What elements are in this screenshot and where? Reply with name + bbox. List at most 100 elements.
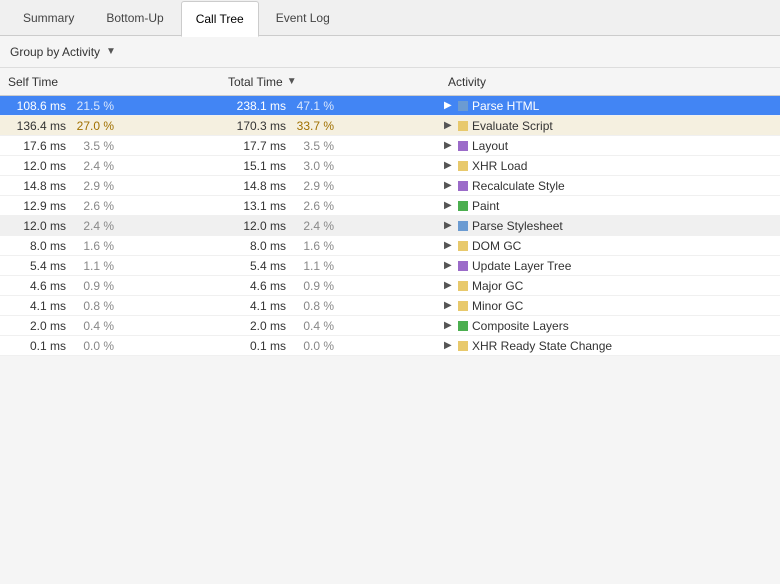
activity-color-box — [458, 341, 468, 351]
col-header-activity[interactable]: Activity — [440, 75, 780, 89]
expand-arrow-icon[interactable]: ▶ — [444, 300, 454, 311]
dropdown-arrow-icon[interactable]: ▼ — [106, 46, 116, 57]
total-time-cell: 4.6 ms0.9 % — [220, 279, 440, 293]
activity-color-box — [458, 101, 468, 111]
activity-cell: ▶ Layout — [440, 139, 780, 153]
activity-color-box — [458, 161, 468, 171]
expand-arrow-icon[interactable]: ▶ — [444, 280, 454, 291]
expand-arrow-icon[interactable]: ▶ — [444, 140, 454, 151]
expand-arrow-icon[interactable]: ▶ — [444, 220, 454, 231]
expand-arrow-icon[interactable]: ▶ — [444, 200, 454, 211]
activity-cell: ▶ Evaluate Script — [440, 119, 780, 133]
activity-color-box — [458, 121, 468, 131]
self-time-cell: 12.0 ms2.4 % — [0, 159, 220, 173]
activity-cell: ▶ Major GC — [440, 279, 780, 293]
table-row[interactable]: 14.8 ms2.9 %14.8 ms2.9 % ▶ Recalculate Sty… — [0, 176, 780, 196]
expand-arrow-icon[interactable]: ▶ — [444, 240, 454, 251]
total-time-cell: 0.1 ms0.0 % — [220, 339, 440, 353]
self-time-cell: 0.1 ms0.0 % — [0, 339, 220, 353]
group-by-row: Group by Activity ▼ — [0, 36, 780, 68]
tab-call-tree[interactable]: Call Tree — [181, 1, 259, 37]
activity-color-box — [458, 281, 468, 291]
total-time-cell: 5.4 ms1.1 % — [220, 259, 440, 273]
total-time-cell: 238.1 ms47.1 % — [220, 99, 440, 113]
table-row[interactable]: 4.6 ms0.9 %4.6 ms0.9 % ▶ Major GC — [0, 276, 780, 296]
activity-label: DOM GC — [472, 239, 521, 253]
total-time-cell: 170.3 ms33.7 % — [220, 119, 440, 133]
total-time-cell: 15.1 ms3.0 % — [220, 159, 440, 173]
table-row[interactable]: 2.0 ms0.4 %2.0 ms0.4 % ▶ Composite Layers — [0, 316, 780, 336]
col-header-self-time[interactable]: Self Time — [0, 75, 220, 89]
total-time-cell: 4.1 ms0.8 % — [220, 299, 440, 313]
activity-label: XHR Load — [472, 159, 527, 173]
activity-label: XHR Ready State Change — [472, 339, 612, 353]
total-time-cell: 14.8 ms2.9 % — [220, 179, 440, 193]
table-row[interactable]: 4.1 ms0.8 %4.1 ms0.8 %▶Minor GC — [0, 296, 780, 316]
table-row[interactable]: 12.0 ms2.4 %12.0 ms2.4 %▶Parse Styleshee… — [0, 216, 780, 236]
self-time-cell: 17.6 ms3.5 % — [0, 139, 220, 153]
expand-arrow-icon[interactable]: ▶ — [444, 180, 454, 191]
activity-cell: ▶ XHR Ready State Change — [440, 339, 780, 353]
activity-cell: ▶ Paint — [440, 199, 780, 213]
self-time-cell: 2.0 ms0.4 % — [0, 319, 220, 333]
activity-color-box — [458, 241, 468, 251]
table-row[interactable]: 12.9 ms2.6 %13.1 ms2.6 % ▶ Paint — [0, 196, 780, 216]
table-row[interactable]: 12.0 ms2.4 %15.1 ms3.0 % ▶ XHR Load — [0, 156, 780, 176]
activity-cell: ▶Parse Stylesheet — [440, 219, 780, 233]
table-row[interactable]: 136.4 ms27.0 %170.3 ms33.7 % ▶ Evaluate Sc… — [0, 116, 780, 136]
expand-arrow-icon[interactable]: ▶ — [444, 160, 454, 171]
expand-arrow-icon[interactable]: ▶ — [444, 100, 454, 111]
tab-summary[interactable]: Summary — [8, 0, 89, 36]
activity-label: Evaluate Script — [472, 119, 553, 133]
self-time-cell: 14.8 ms2.9 % — [0, 179, 220, 193]
table: Self TimeTotal Time▼Activity 108.6 ms21.… — [0, 68, 780, 356]
self-time-cell: 108.6 ms21.5 % — [0, 99, 220, 113]
self-time-cell: 5.4 ms1.1 % — [0, 259, 220, 273]
activity-cell: ▶ DOM GC — [440, 239, 780, 253]
activity-label: Update Layer Tree — [472, 259, 571, 273]
activity-color-box — [458, 301, 468, 311]
activity-cell: ▶ XHR Load — [440, 159, 780, 173]
col-header-total-time[interactable]: Total Time▼ — [220, 75, 440, 89]
table-row[interactable]: 8.0 ms1.6 %8.0 ms1.6 % ▶ DOM GC — [0, 236, 780, 256]
table-row[interactable]: 108.6 ms21.5 %238.1 ms47.1 % ▶ Parse HTML — [0, 96, 780, 116]
expand-arrow-icon[interactable]: ▶ — [444, 320, 454, 331]
table-header: Self TimeTotal Time▼Activity — [0, 68, 780, 96]
activity-color-box — [458, 181, 468, 191]
activity-color-box — [458, 321, 468, 331]
total-time-cell: 8.0 ms1.6 % — [220, 239, 440, 253]
tab-bar: SummaryBottom-UpCall TreeEvent Log — [0, 0, 780, 36]
activity-label: Minor GC — [472, 299, 523, 313]
table-row[interactable]: 17.6 ms3.5 %17.7 ms3.5 % ▶ Layout — [0, 136, 780, 156]
activity-label: Composite Layers — [472, 319, 569, 333]
activity-label: Major GC — [472, 279, 523, 293]
tab-bottom-up[interactable]: Bottom-Up — [91, 0, 178, 36]
expand-arrow-icon[interactable]: ▶ — [444, 120, 454, 131]
table-row[interactable]: 5.4 ms1.1 %5.4 ms1.1 % ▶ Update Layer Tree — [0, 256, 780, 276]
activity-color-box — [458, 261, 468, 271]
self-time-cell: 4.6 ms0.9 % — [0, 279, 220, 293]
table-body: 108.6 ms21.5 %238.1 ms47.1 %▶Parse HTML1… — [0, 96, 780, 356]
self-time-cell: 12.9 ms2.6 % — [0, 199, 220, 213]
self-time-cell: 136.4 ms27.0 % — [0, 119, 220, 133]
table-row[interactable]: 0.1 ms0.0 %0.1 ms0.0 % ▶ XHR Ready State C… — [0, 336, 780, 356]
expand-arrow-icon[interactable]: ▶ — [444, 260, 454, 271]
total-time-cell: 13.1 ms2.6 % — [220, 199, 440, 213]
activity-cell: ▶ Recalculate Style — [440, 179, 780, 193]
activity-label: Layout — [472, 139, 508, 153]
group-by-label: Group by Activity — [10, 45, 100, 59]
activity-label: Paint — [472, 199, 499, 213]
total-time-cell: 2.0 ms0.4 % — [220, 319, 440, 333]
self-time-cell: 8.0 ms1.6 % — [0, 239, 220, 253]
total-time-cell: 17.7 ms3.5 % — [220, 139, 440, 153]
tab-event-log[interactable]: Event Log — [261, 0, 345, 36]
activity-label: Recalculate Style — [472, 179, 565, 193]
activity-color-box — [458, 201, 468, 211]
activity-cell: ▶ Composite Layers — [440, 319, 780, 333]
self-time-cell: 12.0 ms2.4 % — [0, 219, 220, 233]
activity-label: Parse HTML — [472, 99, 539, 113]
activity-cell: ▶ Minor GC — [440, 299, 780, 313]
sort-arrow-icon: ▼ — [287, 76, 297, 87]
activity-color-box — [458, 141, 468, 151]
expand-arrow-icon[interactable]: ▶ — [444, 340, 454, 351]
